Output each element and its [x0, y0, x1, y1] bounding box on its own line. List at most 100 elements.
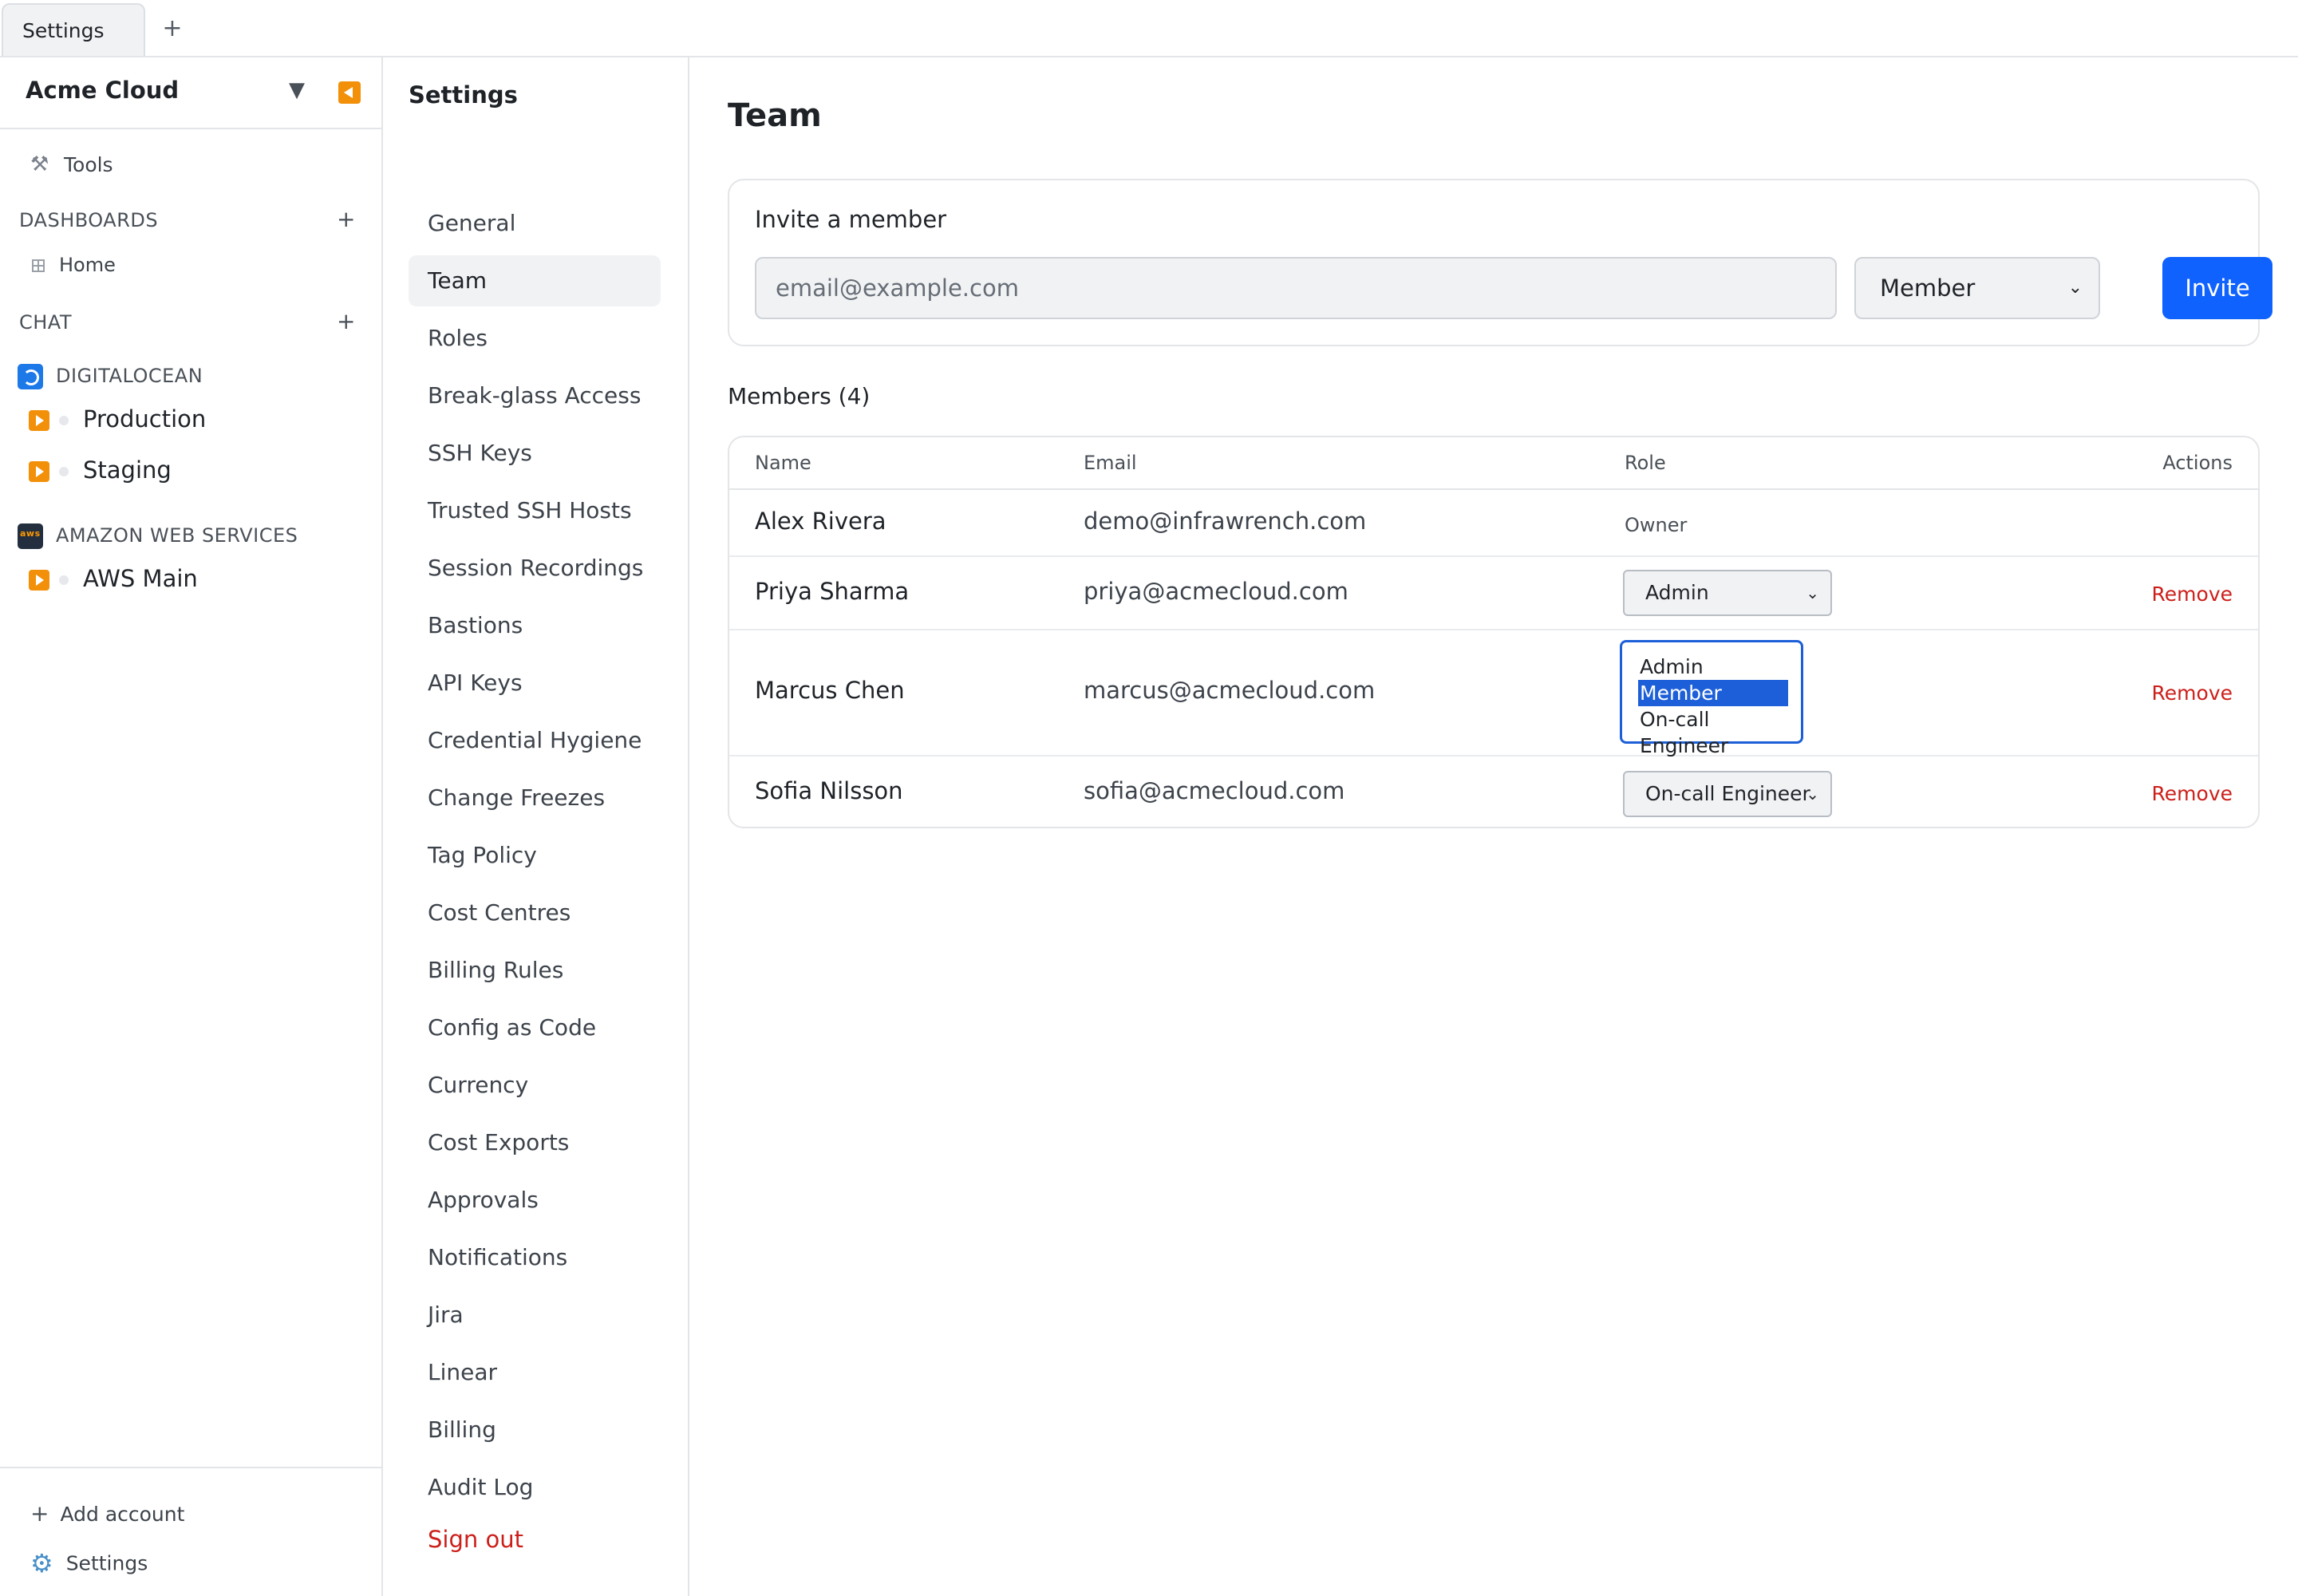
- server-item-aws-main[interactable]: AWS Main: [29, 565, 198, 592]
- sign-out-link[interactable]: Sign out: [428, 1526, 523, 1553]
- account-dropdown-icon[interactable]: ▼: [289, 78, 305, 102]
- role-option-admin[interactable]: Admin: [1638, 654, 1788, 680]
- settings-nav-item-billing[interactable]: Billing: [409, 1404, 661, 1456]
- status-dot-icon: [59, 416, 69, 425]
- settings-nav-item-general[interactable]: General: [409, 198, 661, 249]
- add-chat-button[interactable]: +: [337, 308, 355, 334]
- invite-email-input[interactable]: [755, 257, 1837, 319]
- column-header-role: Role: [1625, 452, 1666, 474]
- chevron-down-icon: ⌄: [2067, 278, 2083, 298]
- table-header: Name Email Role Actions: [729, 437, 2258, 490]
- tab-bar: Settings +: [0, 0, 2298, 57]
- gear-icon: ⚙: [30, 1548, 53, 1578]
- add-account-button[interactable]: + Add account: [30, 1500, 184, 1527]
- invite-button[interactable]: Invite: [2162, 257, 2272, 319]
- settings-nav-item-team[interactable]: Team: [409, 255, 661, 306]
- role-select-value: Admin: [1645, 581, 1709, 604]
- column-header-email: Email: [1084, 452, 1137, 474]
- column-header-actions: Actions: [2162, 452, 2233, 474]
- chevron-down-icon: ⌄: [1806, 784, 1819, 804]
- page-title: Team: [728, 97, 822, 134]
- settings-nav-item-bastions[interactable]: Bastions: [409, 600, 661, 651]
- invite-role-value: Member: [1880, 275, 1976, 302]
- settings-nav-item-api-keys[interactable]: API Keys: [409, 658, 661, 709]
- settings-nav-item-trusted-ssh-hosts[interactable]: Trusted SSH Hosts: [409, 485, 661, 536]
- server-name: Staging: [83, 456, 172, 484]
- tools-icon: ⚒: [30, 152, 49, 176]
- remove-member-button[interactable]: Remove: [2152, 782, 2233, 805]
- table-row: Marcus Chen marcus@acmecloud.com Admin M…: [729, 630, 2258, 757]
- new-tab-button[interactable]: +: [156, 11, 188, 46]
- table-row: Priya Sharma priya@acmecloud.com Admin ⌄…: [729, 557, 2258, 630]
- add-dashboard-button[interactable]: +: [337, 206, 355, 232]
- main-content: Team Invite a member Member ⌄ Invite Mem…: [689, 57, 2298, 1596]
- sidebar-settings-button[interactable]: ⚙ Settings: [30, 1548, 148, 1578]
- settings-nav-item-credential-hygiene[interactable]: Credential Hygiene: [409, 715, 661, 766]
- settings-nav-item-audit-log[interactable]: Audit Log: [409, 1462, 661, 1513]
- aws-logo-icon: [18, 523, 43, 549]
- account-name[interactable]: Acme Cloud: [26, 77, 179, 104]
- collapse-sidebar-icon[interactable]: [338, 81, 361, 104]
- remove-member-button[interactable]: Remove: [2152, 681, 2233, 705]
- member-role-owner: Owner: [1625, 514, 1688, 536]
- server-item-staging[interactable]: Staging: [29, 456, 172, 484]
- settings-nav-item-billing-rules[interactable]: Billing Rules: [409, 945, 661, 996]
- server-item-production[interactable]: Production: [29, 405, 206, 433]
- provider-digitalocean[interactable]: DIGITALOCEAN: [18, 364, 203, 389]
- remove-member-button[interactable]: Remove: [2152, 583, 2233, 606]
- settings-nav-item-notifications[interactable]: Notifications: [409, 1232, 661, 1283]
- member-email: sofia@acmecloud.com: [1084, 777, 1345, 804]
- member-name: Marcus Chen: [755, 677, 905, 704]
- member-name: Alex Rivera: [755, 508, 886, 535]
- table-row: Sofia Nilsson sofia@acmecloud.com On-cal…: [729, 757, 2258, 827]
- settings-nav: Settings General Team Roles Break-glass Acc…: [383, 57, 689, 1596]
- settings-nav-item-config-as-code[interactable]: Config as Code: [409, 1002, 661, 1053]
- role-option-member[interactable]: Member: [1638, 680, 1788, 706]
- add-account-label: Add account: [60, 1503, 185, 1526]
- settings-nav-item-linear[interactable]: Linear: [409, 1347, 661, 1398]
- sidebar: Acme Cloud ▼ ⚒ Tools DASHBOARDS + Home CH…: [0, 57, 383, 1596]
- invite-label: Invite a member: [755, 206, 947, 233]
- settings-nav-item-tag-policy[interactable]: Tag Policy: [409, 830, 661, 881]
- settings-nav-item-jira[interactable]: Jira: [409, 1290, 661, 1341]
- settings-label: Settings: [65, 1551, 148, 1575]
- role-select-value: On-call Engineer: [1645, 782, 1810, 805]
- settings-nav-item-session-recordings[interactable]: Session Recordings: [409, 543, 661, 594]
- digitalocean-logo-icon: [18, 364, 43, 389]
- server-name: Production: [83, 405, 207, 433]
- member-role-listbox[interactable]: Admin Member On-call Engineer: [1620, 640, 1803, 757]
- member-role-select[interactable]: Admin ⌄: [1623, 570, 1832, 616]
- settings-nav-item-change-freezes[interactable]: Change Freezes: [409, 772, 661, 824]
- settings-nav-item-roles[interactable]: Roles: [409, 313, 661, 364]
- sidebar-item-label: Tools: [64, 152, 113, 176]
- sidebar-footer: + Add account ⚙ Settings: [0, 1467, 381, 1596]
- tab-settings[interactable]: Settings: [2, 3, 145, 56]
- members-table: Name Email Role Actions Alex Rivera demo…: [728, 436, 2260, 828]
- settings-nav-item-ssh-keys[interactable]: SSH Keys: [409, 428, 661, 479]
- section-dashboards: DASHBOARDS: [19, 209, 159, 231]
- settings-nav-item-break-glass-access[interactable]: Break-glass Access: [409, 370, 661, 421]
- column-header-name: Name: [755, 452, 811, 474]
- provider-aws[interactable]: AMAZON WEB SERVICES: [18, 523, 298, 549]
- provider-name: AMAZON WEB SERVICES: [56, 524, 298, 547]
- invite-role-select[interactable]: Member ⌄: [1854, 257, 2100, 319]
- members-count-title: Members (4): [728, 383, 871, 409]
- status-dot-icon: [59, 467, 69, 476]
- plus-icon: +: [30, 1500, 49, 1527]
- settings-nav-item-approvals[interactable]: Approvals: [409, 1175, 661, 1226]
- chevron-down-icon: ⌄: [1806, 583, 1819, 602]
- server-play-icon: [29, 461, 49, 482]
- table-row: Alex Rivera demo@infrawrench.com Owner: [729, 490, 2258, 557]
- server-play-icon: [29, 410, 49, 431]
- sidebar-item-tools[interactable]: ⚒ Tools: [30, 152, 113, 184]
- role-option-on-call-engineer[interactable]: On-call Engineer: [1638, 706, 1788, 757]
- settings-nav-item-currency[interactable]: Currency: [409, 1060, 661, 1111]
- sidebar-item-label: Home: [59, 254, 116, 276]
- settings-nav-item-cost-exports[interactable]: Cost Exports: [409, 1117, 661, 1168]
- sidebar-item-home[interactable]: Home: [32, 254, 116, 276]
- provider-name: DIGITALOCEAN: [56, 365, 203, 387]
- settings-nav-item-cost-centres[interactable]: Cost Centres: [409, 887, 661, 938]
- member-role-select[interactable]: On-call Engineer ⌄: [1623, 771, 1832, 817]
- settings-nav-title: Settings: [409, 81, 518, 109]
- member-email: marcus@acmecloud.com: [1084, 677, 1376, 704]
